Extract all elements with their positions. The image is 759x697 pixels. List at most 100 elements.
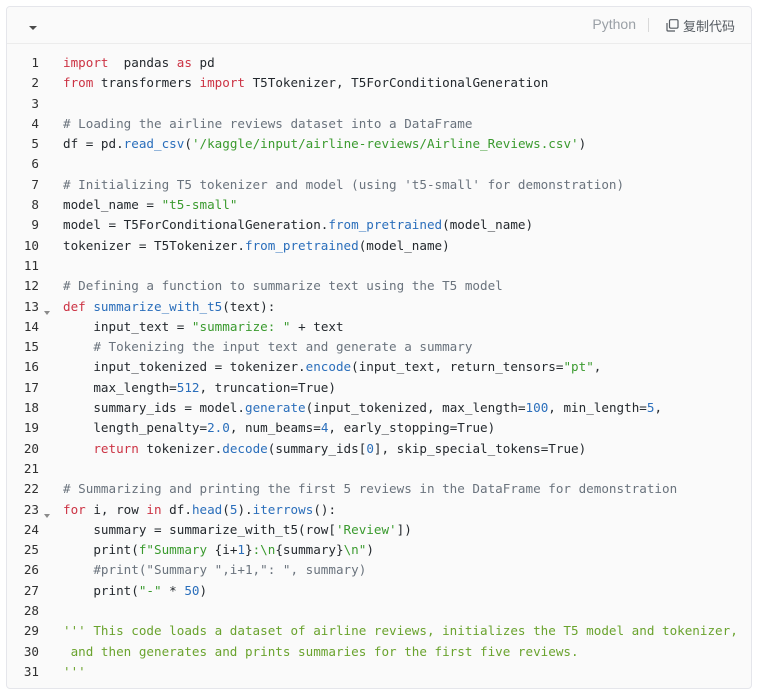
code-token: 100 (525, 400, 549, 416)
code-text: ''' (63, 662, 86, 682)
fold-toggle-icon[interactable] (43, 506, 51, 518)
code-token: iterrows (252, 501, 314, 517)
code-token: tokenizer. (138, 440, 223, 456)
toolbar-divider (648, 18, 649, 32)
code-line: 23 for i, row in df.head(5).iterrows(): (7, 500, 751, 520)
line-number: 10 (23, 237, 39, 253)
code-token: df = pd. (63, 136, 124, 152)
code-token: , early_stopping=True) (328, 420, 496, 436)
code-token: return (63, 440, 139, 456)
code-token: '/kaggle/input/airline-reviews/Airline_R… (191, 136, 579, 152)
code-block: Python 复制代码 1 import pandas as pd 2 from tr… (6, 6, 752, 689)
code-token: "-" (138, 582, 162, 598)
line-number: 15 (23, 339, 39, 355)
code-token: import (199, 75, 246, 91)
code-token: ''' This code loads a dataset of airline… (63, 623, 738, 639)
code-text: # Tokenizing the input text and generate… (63, 337, 472, 357)
code-line: 31 ''' (7, 662, 751, 682)
code-token: "pt" (563, 359, 594, 375)
code-line: 18 summary_ids = model.generate(input_to… (7, 398, 751, 418)
code-text: df = pd.read_csv('/kaggle/input/airline-… (63, 134, 586, 154)
fold-toggle-icon[interactable] (43, 303, 51, 315)
code-token: encode (305, 359, 352, 375)
code-token: , (593, 359, 602, 375)
code-text: #print("Summary ",i+1,": ", summary) (63, 560, 366, 580)
code-line: 13 def summarize_with_t5(text): (7, 297, 751, 317)
code-token: {summary} (275, 542, 344, 558)
code-line: 29 ''' This code loads a dataset of airli… (7, 621, 751, 641)
line-number: 26 (23, 562, 39, 578)
code-line: 3 (7, 94, 751, 114)
code-line: 16 input_tokenized = tokenizer.encode(in… (7, 357, 751, 377)
code-token: # Defining a function to summarize text … (63, 278, 503, 294)
code-content: 1 import pandas as pd 2 from transformers i… (7, 53, 751, 682)
code-token: ) (366, 542, 374, 558)
copy-code-button[interactable]: 复制代码 (666, 15, 735, 35)
line-number: 12 (23, 278, 39, 294)
code-token: read_csv (123, 136, 185, 152)
code-token: 1 (237, 542, 245, 558)
code-line: 11 (7, 256, 751, 276)
code-token: ) (578, 136, 587, 152)
code-text: import pandas as pd (63, 53, 215, 73)
code-text: summary = summarize_with_t5(row['Review'… (63, 520, 412, 540)
code-token: tokenizer = T5Tokenizer. (63, 237, 245, 253)
code-text: ''' This code loads a dataset of airline… (63, 621, 738, 641)
code-line: 8 model_name = "t5-small" (7, 195, 751, 215)
line-number: 4 (31, 115, 39, 131)
code-text: length_penalty=2.0, num_beams=4, early_s… (63, 418, 495, 438)
chevron-down-icon[interactable] (27, 20, 39, 30)
code-token: pd (191, 55, 215, 70)
code-text: model = T5ForConditionalGeneration.from_… (63, 215, 533, 235)
code-line: 24 summary = summarize_with_t5(row['Revi… (7, 520, 751, 540)
code-text: # Loading the airline reviews dataset in… (63, 114, 472, 134)
code-token: \n" (343, 542, 367, 558)
code-line: 20 return tokenizer.decode(summary_ids[0… (7, 439, 751, 459)
code-line: 19 length_penalty=2.0, num_beams=4, earl… (7, 418, 751, 438)
code-token: def (63, 298, 86, 314)
code-token: ( (184, 136, 192, 152)
code-token: input_tokenized = tokenizer. (63, 359, 306, 375)
code-token: i, row (85, 501, 147, 517)
code-token: , min_length= (548, 400, 647, 416)
line-number: 7 (31, 176, 39, 192)
code-text: # Defining a function to summarize text … (63, 276, 503, 296)
code-token: ''' (63, 663, 86, 679)
line-number: 19 (23, 420, 39, 436)
code-line: 7 # Initializing T5 tokenizer and model (… (7, 175, 751, 195)
language-label: Python (592, 16, 636, 32)
line-number: 16 (23, 359, 39, 375)
code-token: # Loading the airline reviews dataset in… (63, 115, 473, 131)
code-token: (input_text, return_tensors= (351, 359, 564, 375)
line-number: 11 (23, 257, 39, 273)
code-token: {i+ (214, 542, 238, 558)
code-token: 50 (184, 582, 200, 598)
code-token: as (176, 55, 192, 70)
code-text: from transformers import T5Tokenizer, T5… (63, 73, 548, 93)
code-token: generate (244, 400, 306, 416)
code-line: 4 # Loading the airline reviews dataset i… (7, 114, 751, 134)
copy-code-label: 复制代码 (682, 19, 735, 35)
code-line: 27 print("-" * 50) (7, 581, 751, 601)
code-text: # Summarizing and printing the first 5 r… (63, 479, 677, 499)
code-text: max_length=512, truncation=True) (63, 378, 336, 398)
code-line: 2 from transformers import T5Tokenizer, T… (7, 73, 751, 93)
code-token: 0 (366, 440, 374, 456)
code-line: 12 # Defining a function to summarize tex… (7, 276, 751, 296)
code-token: (model_name) (358, 237, 450, 253)
code-token: ]) (396, 521, 412, 537)
code-line: 28 (7, 601, 751, 621)
code-token: , truncation=True) (199, 379, 336, 395)
code-text: print(f"Summary {i+1}:\n{summary}\n") (63, 540, 374, 560)
code-token: # Tokenizing the input text and generate… (63, 339, 473, 355)
line-number: 14 (23, 318, 39, 334)
code-line: 26 #print("Summary ",i+1,": ", summary) (7, 560, 751, 580)
code-token: f"Summary (138, 542, 215, 558)
code-token: model_name = (63, 197, 162, 213)
code-text: def summarize_with_t5(text): (63, 297, 275, 317)
code-text: for i, row in df.head(5).iterrows(): (63, 500, 336, 520)
line-number: 27 (23, 582, 39, 598)
code-line: 9 model = T5ForConditionalGeneration.from… (7, 215, 751, 235)
line-number: 31 (23, 663, 39, 679)
code-line: 17 max_length=512, truncation=True) (7, 378, 751, 398)
